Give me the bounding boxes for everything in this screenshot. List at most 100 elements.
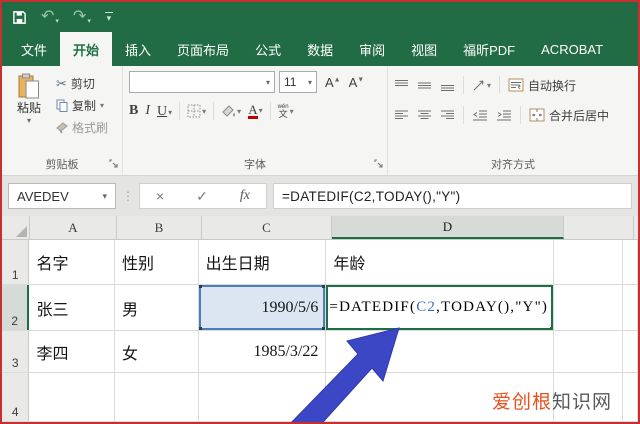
cell-b3[interactable]: 女 [115, 331, 199, 372]
bold-button[interactable]: B [129, 103, 138, 119]
cell-b2[interactable]: 男 [115, 285, 199, 330]
align-center-icon[interactable] [417, 109, 432, 122]
paste-button[interactable]: 粘贴 ▾ [8, 71, 50, 156]
align-left-icon[interactable] [394, 109, 409, 122]
cell-b4[interactable] [115, 373, 199, 421]
formula-input[interactable]: =DATEDIF(C2,TODAY(),"Y") [273, 183, 632, 209]
column-header-c[interactable]: C [202, 216, 332, 239]
tab-foxit-pdf[interactable]: 福昕PDF [450, 32, 528, 66]
name-box[interactable]: AVEDEV ▾ [8, 183, 116, 209]
tab-acrobat[interactable]: ACROBAT [528, 32, 616, 66]
borders-button[interactable]: ▾ [187, 104, 206, 118]
font-color-dropdown-icon[interactable]: ▾ [259, 106, 263, 115]
font-size-dropdown-icon[interactable]: ▾ [308, 78, 312, 87]
tab-formulas[interactable]: 公式 [242, 32, 294, 66]
underline-button[interactable]: U▾ [157, 102, 172, 120]
wrap-text-button[interactable]: 自动换行 [508, 77, 576, 94]
cell-e4[interactable] [554, 373, 623, 421]
column-header-b[interactable]: B [117, 216, 202, 239]
orientation-button[interactable]: ▾ [472, 79, 491, 92]
decrease-font-button[interactable]: A▼ [349, 75, 365, 90]
column-header-d[interactable]: D [332, 216, 564, 239]
fill-handle[interactable] [550, 327, 554, 330]
undo-button[interactable]: ↶ ▾ [41, 9, 59, 26]
merge-center-label: 合并后居中 [549, 108, 610, 123]
font-name-combobox[interactable]: ▾ [129, 71, 275, 93]
name-box-dropdown-icon[interactable]: ▾ [102, 191, 107, 202]
save-icon[interactable] [12, 10, 27, 25]
align-top-icon[interactable] [394, 79, 409, 92]
tab-insert[interactable]: 插入 [112, 32, 164, 66]
row-header-3[interactable]: 3 [2, 331, 30, 372]
redo-icon: ↷ [72, 8, 87, 25]
cell-e3[interactable] [554, 331, 623, 372]
tab-data[interactable]: 数据 [294, 32, 346, 66]
italic-button[interactable]: I [145, 103, 150, 119]
customize-qat-caret: ▾ [106, 13, 112, 24]
phonetic-dropdown-icon[interactable]: ▾ [290, 107, 294, 116]
cell-e2[interactable] [554, 285, 623, 330]
cell-a2[interactable]: 张三 [29, 285, 116, 330]
row-header-2[interactable]: 2 [2, 285, 30, 330]
phonetic-guide-button[interactable]: wén 文 ▾ [278, 104, 294, 119]
fill-color-dropdown-icon[interactable]: ▾ [237, 107, 241, 116]
customize-qat-button[interactable]: ▾ [104, 12, 113, 24]
tab-review[interactable]: 审阅 [346, 32, 398, 66]
cell-d4[interactable] [326, 373, 555, 421]
name-box-value: AVEDEV [17, 188, 69, 204]
tab-file[interactable]: 文件 [8, 32, 60, 66]
row-header-1[interactable]: 1 [2, 240, 30, 284]
font-name-dropdown-icon[interactable]: ▾ [266, 78, 270, 87]
cell-a3[interactable]: 李四 [29, 331, 116, 372]
decrease-indent-icon[interactable] [472, 109, 488, 122]
insert-function-icon[interactable]: fx [240, 188, 250, 204]
paste-dropdown-icon[interactable]: ▾ [27, 116, 31, 125]
format-painter-button[interactable]: 格式刷 [56, 119, 108, 136]
cell-a4[interactable] [29, 373, 116, 421]
redo-button[interactable]: ↷ ▾ [72, 8, 91, 26]
copy-dropdown-icon[interactable]: ▾ [100, 101, 104, 110]
enter-icon[interactable]: ✓ [196, 188, 208, 205]
orientation-dropdown-icon[interactable]: ▾ [487, 81, 491, 90]
select-all-button[interactable] [2, 216, 30, 239]
align-bottom-icon[interactable] [440, 79, 455, 92]
font-color-button[interactable]: A ▾ [248, 102, 263, 120]
tab-view[interactable]: 视图 [398, 32, 450, 66]
borders-dropdown-icon[interactable]: ▾ [202, 107, 206, 116]
merge-center-button[interactable]: 合并后居中 [529, 107, 609, 124]
cell-e1[interactable] [554, 240, 623, 284]
cell-c1[interactable]: 出生日期 [199, 240, 327, 284]
align-right-icon[interactable] [440, 109, 455, 122]
tab-home[interactable]: 开始 [60, 32, 113, 66]
column-header-a[interactable]: A [30, 216, 117, 239]
tab-page-layout[interactable]: 页面布局 [164, 32, 242, 66]
cell-c2[interactable]: 1990/5/6 [198, 285, 327, 330]
row-header-4[interactable]: 4 [2, 373, 30, 421]
divider [179, 102, 181, 120]
divider [499, 76, 501, 94]
clipboard-dialog-launcher-icon[interactable] [109, 159, 119, 169]
cell-c3[interactable]: 1985/3/22 [199, 331, 327, 372]
cut-icon: ✂ [56, 75, 67, 91]
fill-color-button[interactable]: ▾ [221, 104, 241, 118]
cell-c4[interactable] [199, 373, 327, 421]
undo-dropdown-icon[interactable]: ▾ [55, 18, 59, 25]
redo-dropdown-icon[interactable]: ▾ [87, 18, 91, 25]
orientation-icon [472, 79, 486, 92]
increase-indent-icon[interactable] [496, 109, 512, 122]
column-header-e[interactable] [564, 216, 634, 239]
cut-button[interactable]: ✂ 剪切 [56, 75, 108, 92]
underline-dropdown-icon[interactable]: ▾ [168, 108, 172, 117]
cell-d2-formula-edit[interactable]: =DATEDIF(C2 ,TODAY(),"Y") [326, 285, 555, 330]
font-dialog-launcher-icon[interactable] [374, 159, 384, 169]
cell-a1[interactable]: 名字 [29, 240, 116, 284]
copy-button[interactable]: 复制 ▾ [56, 97, 108, 114]
cancel-icon[interactable]: × [156, 188, 164, 204]
wrap-text-icon [508, 78, 524, 92]
cell-d3[interactable] [326, 331, 555, 372]
cell-b1[interactable]: 性别 [115, 240, 199, 284]
align-middle-icon[interactable] [417, 79, 432, 92]
cell-d1[interactable]: 年龄 [326, 240, 555, 284]
font-size-combobox[interactable]: 11 ▾ [279, 71, 317, 93]
increase-font-button[interactable]: A▲ [325, 75, 341, 90]
